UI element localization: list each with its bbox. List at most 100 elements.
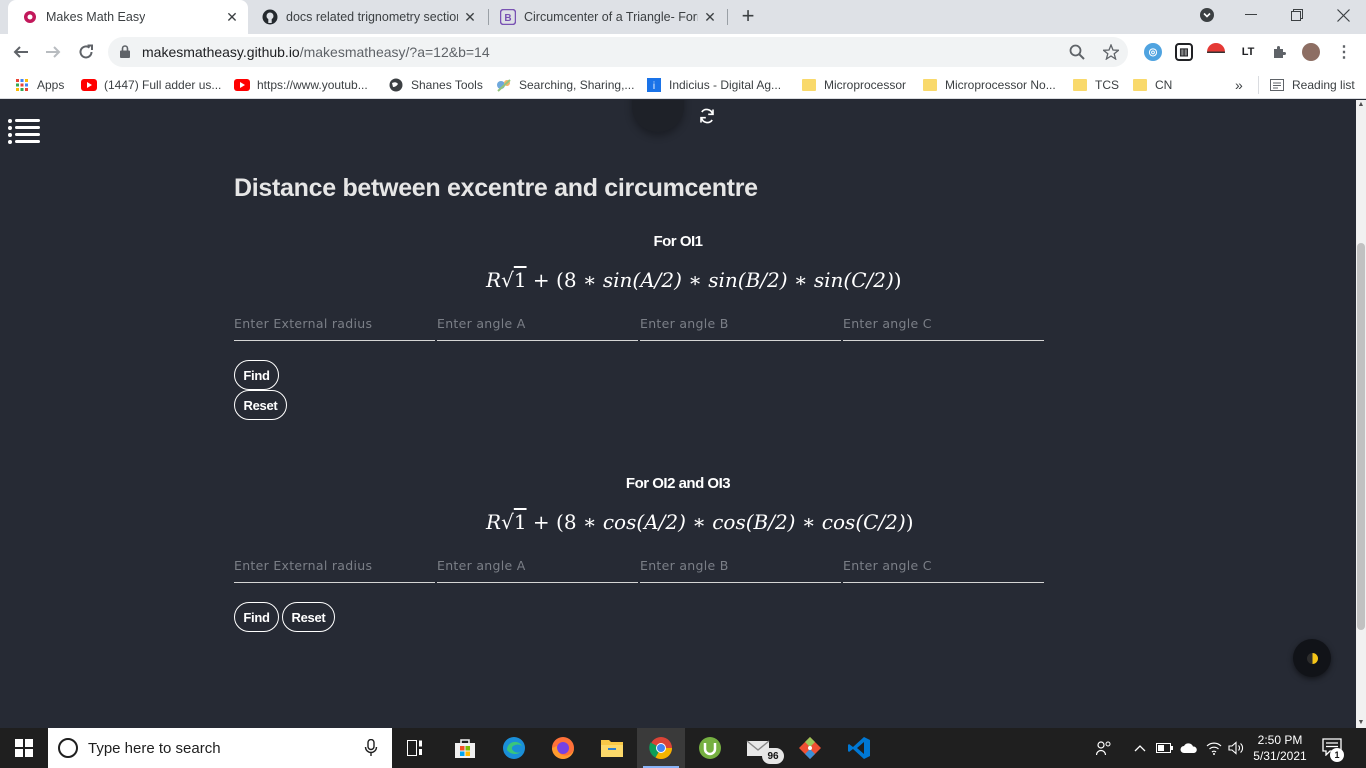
firefox-icon[interactable]	[539, 728, 587, 768]
angle-c-input[interactable]	[843, 551, 1044, 579]
people-icon[interactable]	[1096, 728, 1112, 768]
tab-divider	[727, 9, 728, 25]
back-arrow-icon[interactable]	[8, 39, 34, 65]
youtube-icon	[234, 78, 250, 92]
angle-c-input[interactable]	[843, 309, 1044, 337]
microphone-icon[interactable]	[364, 738, 378, 757]
bookmark-label: Searching, Sharing,...	[519, 78, 635, 92]
bookmark-indicius[interactable]: i Indicius - Digital Ag...	[646, 76, 781, 94]
close-window-icon[interactable]	[1320, 0, 1366, 30]
cortana-ring-icon	[58, 738, 78, 758]
bookmark-star-icon[interactable]	[1102, 43, 1120, 61]
bookmark-label: (1447) Full adder us...	[104, 78, 222, 92]
extensions-puzzle-icon[interactable]	[1270, 43, 1288, 61]
search-placeholder: Type here to search	[88, 740, 221, 757]
tab-docs-trignometry[interactable]: docs related trignometry section ✕	[248, 0, 486, 34]
section-oi1-title: For OI1	[653, 233, 703, 250]
reset-button[interactable]: Reset	[282, 602, 335, 632]
external-radius-input[interactable]	[234, 309, 435, 337]
new-tab-plus-icon[interactable]: +	[737, 5, 759, 27]
system-clock[interactable]: 2:50 PM 5/31/2021	[1248, 732, 1312, 764]
lock-icon[interactable]	[120, 45, 130, 63]
notification-count-badge: 1	[1330, 748, 1344, 762]
angle-a-input[interactable]	[437, 551, 638, 579]
close-icon[interactable]: ✕	[702, 9, 718, 25]
page-title: Distance between excentre and circumcent…	[234, 174, 758, 202]
bookmark-label: TCS	[1095, 78, 1119, 92]
extension-globe-icon[interactable]: ◎	[1144, 43, 1162, 61]
reading-list-button[interactable]: Reading list	[1258, 76, 1355, 94]
angle-b-input[interactable]	[640, 551, 841, 579]
url-path: /makesmatheasy/?a=12&b=14	[299, 44, 490, 60]
find-button[interactable]: Find	[234, 602, 279, 632]
file-explorer-icon[interactable]	[588, 728, 636, 768]
zoom-icon[interactable]	[1068, 43, 1086, 61]
refresh-icon[interactable]	[697, 106, 717, 126]
close-icon[interactable]: ✕	[224, 9, 240, 25]
close-icon[interactable]: ✕	[462, 9, 478, 25]
bookmark-tcs[interactable]: TCS	[1072, 76, 1119, 94]
formula-oi2-oi3: R√1 + (8 ∗ cos(A/2) ∗ cos(B/2) ∗ cos(C/2…	[486, 510, 914, 534]
tab-search-icon[interactable]	[1184, 0, 1230, 30]
bookmark-microprocessor[interactable]: Microprocessor	[801, 76, 906, 94]
bookmark-label: Indicius - Digital Ag...	[669, 78, 782, 92]
reset-button[interactable]: Reset	[234, 390, 287, 420]
tab-makes-math-easy[interactable]: Makes Math Easy ✕	[8, 0, 248, 34]
bookmark-shanes-tools[interactable]: Shanes Tools	[388, 76, 483, 94]
onedrive-cloud-icon[interactable]	[1180, 728, 1198, 768]
chrome-icon[interactable]	[637, 728, 685, 768]
formula-oi1: R√1 + (8 ∗ sin(A/2) ∗ sin(B/2) ∗ sin(C/2…	[486, 268, 902, 292]
angle-a-input[interactable]	[437, 309, 638, 337]
angle-b-field	[640, 551, 841, 583]
angle-b-input[interactable]	[640, 309, 841, 337]
hamburger-menu-icon[interactable]	[6, 118, 42, 146]
page-scrollbar[interactable]: ▲ ▼	[1356, 100, 1366, 728]
bookmark-cn[interactable]: CN	[1132, 76, 1172, 94]
extension-calendar-icon[interactable]: ▥	[1175, 43, 1193, 61]
edge-browser-icon[interactable]	[490, 728, 538, 768]
wifi-icon[interactable]	[1206, 728, 1222, 768]
taskbar-search-box[interactable]: Type here to search	[48, 728, 392, 768]
bookmark-apps[interactable]: Apps	[14, 76, 64, 94]
more-bookmarks-chevron[interactable]: »	[1235, 76, 1243, 94]
task-view-icon[interactable]	[392, 728, 440, 768]
bookmark-searching-sharing[interactable]: Searching, Sharing,...	[496, 76, 634, 94]
show-hidden-icons-chevron[interactable]	[1134, 728, 1146, 768]
reload-icon[interactable]	[73, 39, 99, 65]
bookmark-label: https://www.youtub...	[257, 78, 368, 92]
utorrent-icon[interactable]	[686, 728, 734, 768]
external-radius-input[interactable]	[234, 551, 435, 579]
kebab-menu-icon[interactable]: ⋮	[1335, 43, 1353, 61]
vscode-icon[interactable]	[835, 728, 883, 768]
profile-avatar[interactable]	[1302, 43, 1320, 61]
volume-icon[interactable]	[1228, 728, 1244, 768]
site-favicon-icon	[22, 9, 38, 25]
theme-toggle-button[interactable]	[1293, 639, 1331, 677]
restore-icon[interactable]	[1274, 0, 1320, 30]
bookmark-youtube[interactable]: https://www.youtub...	[234, 76, 368, 94]
extension-pokeball-icon[interactable]	[1207, 43, 1225, 61]
folder-icon	[1132, 78, 1148, 92]
tab-title: Makes Math Easy	[46, 10, 146, 24]
scroll-thumb[interactable]	[1357, 243, 1365, 630]
minimize-icon[interactable]	[1228, 0, 1274, 30]
bootstrap-icon: B	[500, 9, 516, 25]
apps-grid-icon	[14, 78, 30, 92]
forward-arrow-icon[interactable]	[40, 39, 66, 65]
tab-circumcenter[interactable]: B Circumcenter of a Triangle- Form ✕	[486, 0, 726, 34]
bookmark-microprocessor-notes[interactable]: Microprocessor No...	[922, 76, 1056, 94]
bookmark-full-adder[interactable]: (1447) Full adder us...	[81, 76, 221, 94]
windows-start-icon[interactable]	[0, 728, 48, 768]
find-button[interactable]: Find	[234, 360, 279, 390]
github-icon	[262, 9, 278, 25]
extension-lt-icon[interactable]: LT	[1239, 43, 1257, 61]
scroll-up-arrow-icon[interactable]: ▲	[1356, 100, 1366, 110]
git-icon[interactable]	[786, 728, 834, 768]
browser-toolbar: makesmatheasy.github.io/makesmatheasy/?a…	[0, 34, 1366, 70]
logo-shape	[632, 100, 684, 132]
microsoft-store-icon[interactable]	[441, 728, 489, 768]
folder-icon	[1072, 78, 1088, 92]
battery-icon[interactable]	[1156, 728, 1174, 768]
scroll-down-arrow-icon[interactable]: ▼	[1356, 718, 1366, 728]
address-bar[interactable]: makesmatheasy.github.io/makesmatheasy/?a…	[108, 37, 1128, 67]
